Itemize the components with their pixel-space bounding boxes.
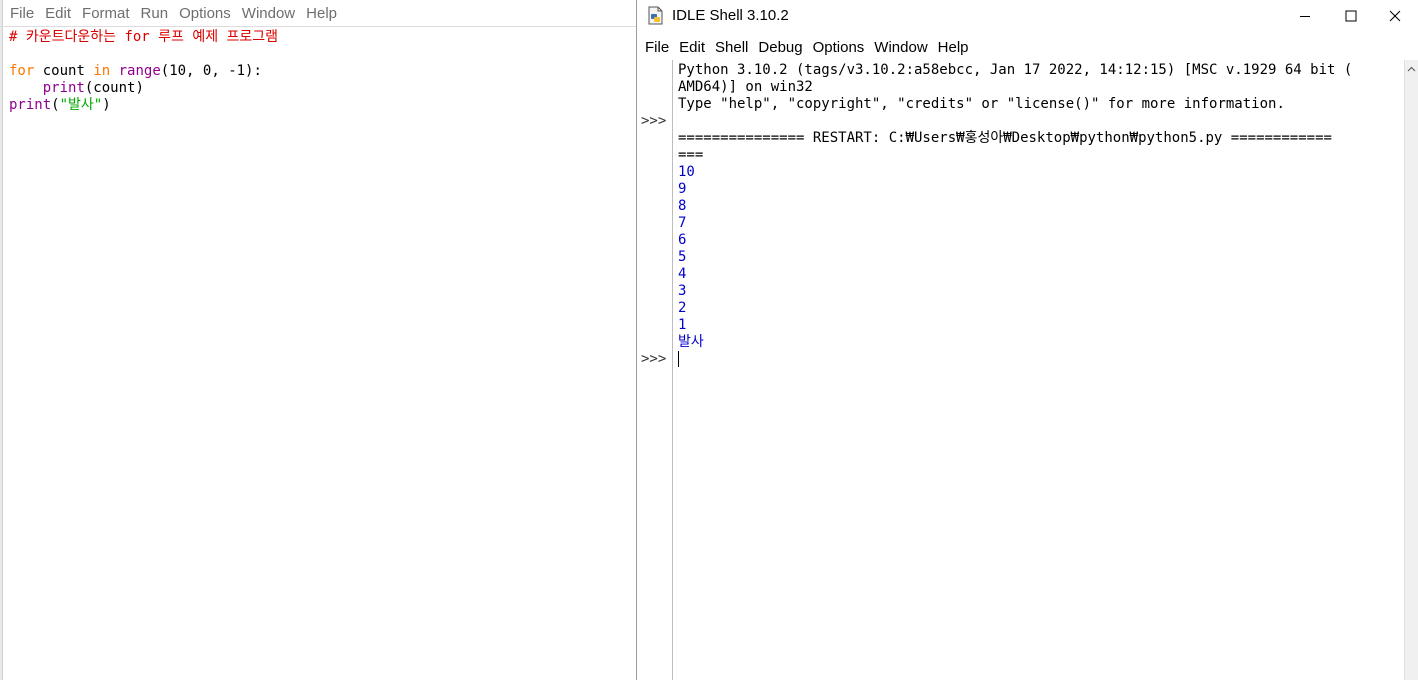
banner-line-3: Type "help", "copyright", "credits" or "… bbox=[678, 96, 1285, 112]
code-builtin-print: print bbox=[42, 80, 85, 96]
close-icon bbox=[1389, 10, 1401, 22]
output-line-launch: 발사 bbox=[678, 334, 704, 350]
shell-prompt-gutter: >>> >>> bbox=[637, 60, 673, 680]
editor-code-area[interactable]: # 카운트다운하는 for 루프 예제 프로그램 for count in ra… bbox=[9, 29, 629, 114]
close-button[interactable] bbox=[1372, 0, 1418, 32]
shell-output-lines: Python 3.10.2 (tags/v3.10.2:a58ebcc, Jan… bbox=[678, 62, 1404, 368]
maximize-button[interactable] bbox=[1328, 0, 1374, 32]
shell-text-area[interactable]: Python 3.10.2 (tags/v3.10.2:a58ebcc, Jan… bbox=[674, 60, 1404, 680]
shell-window: IDLE Shell 3.10.2 File Edit Shell Debug … bbox=[636, 0, 1418, 680]
editor-menu-help[interactable]: Help bbox=[302, 0, 344, 27]
output-line: 10 bbox=[678, 164, 695, 180]
editor-left-border bbox=[0, 0, 3, 680]
maximize-icon bbox=[1345, 10, 1357, 22]
code-paren-open: ( bbox=[51, 97, 60, 113]
editor-menu-file[interactable]: File bbox=[6, 0, 41, 27]
shell-menu-edit[interactable]: Edit bbox=[675, 34, 711, 61]
editor-menu-window[interactable]: Window bbox=[238, 0, 302, 27]
editor-menu-run[interactable]: Run bbox=[137, 0, 176, 27]
shell-menu-file[interactable]: File bbox=[641, 34, 675, 61]
output-line: 4 bbox=[678, 266, 687, 282]
banner-line-1: Python 3.10.2 (tags/v3.10.2:a58ebcc, Jan… bbox=[678, 62, 1353, 78]
shell-menu-help[interactable]: Help bbox=[934, 34, 975, 61]
shell-menu-shell[interactable]: Shell bbox=[711, 34, 754, 61]
editor-menubar: File Edit Format Run Options Window Help bbox=[0, 0, 636, 27]
output-line: 9 bbox=[678, 181, 687, 197]
output-line: 7 bbox=[678, 215, 687, 231]
code-paren-close: ) bbox=[102, 97, 111, 113]
output-line: 5 bbox=[678, 249, 687, 265]
editor-window: File Edit Format Run Options Window Help… bbox=[0, 0, 636, 680]
code-keyword-for: for bbox=[9, 63, 35, 79]
shell-menu-window[interactable]: Window bbox=[870, 34, 933, 61]
shell-menubar: File Edit Shell Debug Options Window Hel… bbox=[637, 34, 1418, 60]
restart-line-2: === bbox=[678, 147, 704, 163]
output-line: 3 bbox=[678, 283, 687, 299]
shell-window-title: IDLE Shell 3.10.2 bbox=[672, 7, 789, 24]
output-line: 1 bbox=[678, 317, 687, 333]
shell-prompt-2: >>> bbox=[641, 351, 667, 367]
shell-menu-debug[interactable]: Debug bbox=[754, 34, 808, 61]
code-comment-line: # 카운트다운하는 for 루프 예제 프로그램 bbox=[9, 29, 279, 45]
shell-vertical-scrollbar[interactable] bbox=[1404, 60, 1418, 680]
text-cursor bbox=[678, 351, 679, 367]
output-line: 2 bbox=[678, 300, 687, 316]
editor-menu-options[interactable]: Options bbox=[175, 0, 238, 27]
editor-menu-edit[interactable]: Edit bbox=[41, 0, 78, 27]
shell-menu-options[interactable]: Options bbox=[809, 34, 871, 61]
code-builtin-print-2: print bbox=[9, 97, 52, 113]
shell-titlebar[interactable]: IDLE Shell 3.10.2 bbox=[637, 0, 1418, 32]
code-var-count: count bbox=[34, 63, 94, 79]
output-line: 6 bbox=[678, 232, 687, 248]
scroll-up-button[interactable] bbox=[1405, 62, 1418, 76]
banner-line-2: AMD64)] on win32 bbox=[678, 79, 813, 95]
idle-app-icon bbox=[648, 6, 663, 25]
code-builtin-range: range bbox=[118, 63, 161, 79]
code-string-launch: "발사" bbox=[59, 97, 103, 113]
code-print-args: (count) bbox=[84, 80, 144, 96]
editor-menu-format[interactable]: Format bbox=[78, 0, 137, 27]
minimize-icon bbox=[1300, 16, 1310, 17]
code-keyword-in: in bbox=[93, 63, 111, 79]
shell-prompt-1: >>> bbox=[641, 113, 667, 129]
output-line: 8 bbox=[678, 198, 687, 214]
minimize-button[interactable] bbox=[1282, 0, 1328, 32]
code-range-args: (10, 0, -1): bbox=[160, 63, 262, 79]
restart-line-1: =============== RESTART: C:₩Users₩홍성아₩De… bbox=[678, 130, 1332, 146]
chevron-up-icon bbox=[1407, 66, 1416, 72]
